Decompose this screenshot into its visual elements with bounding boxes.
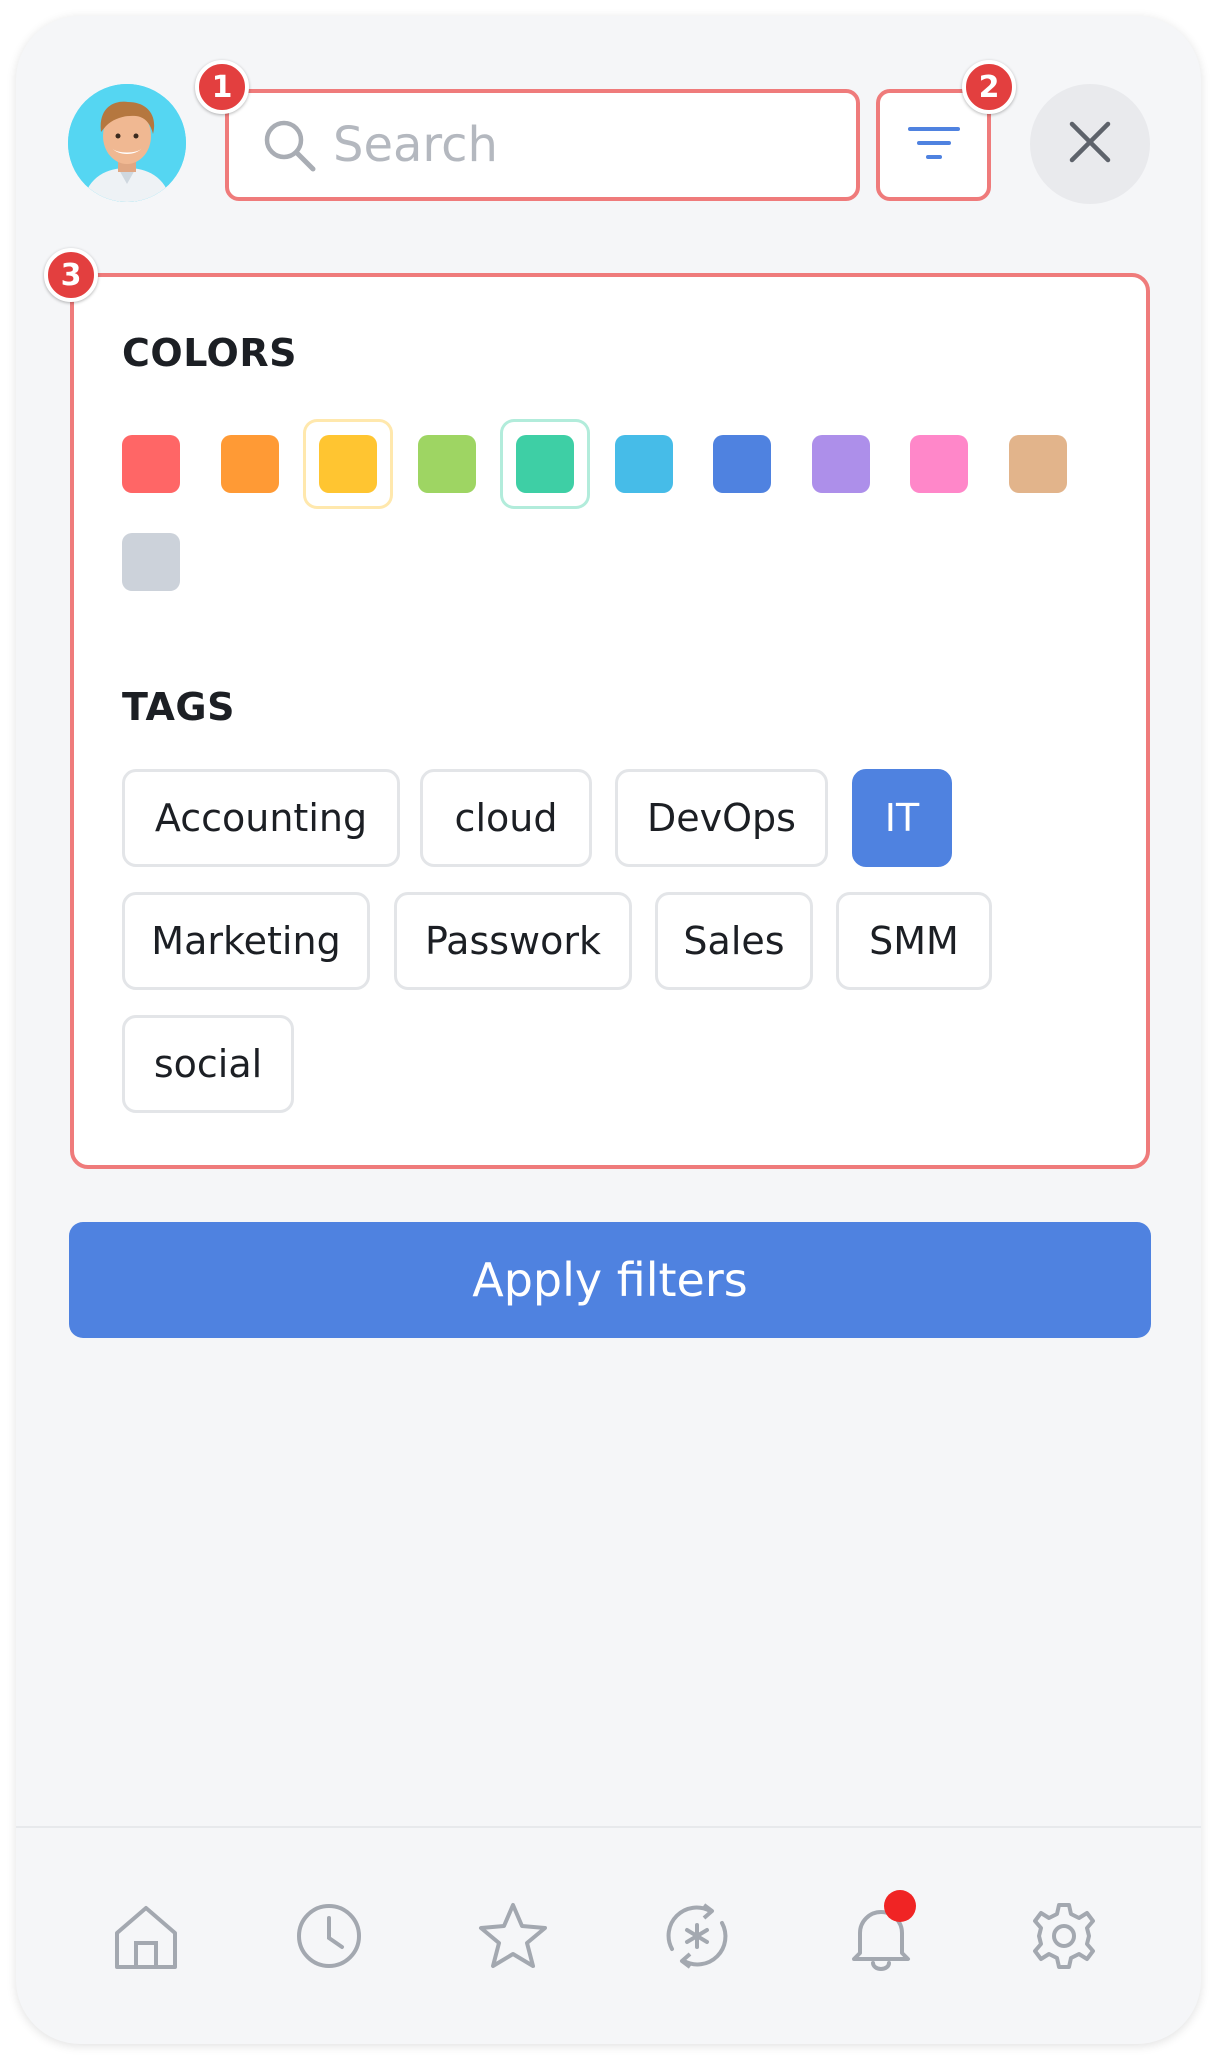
user-avatar[interactable] [68, 84, 186, 202]
bottom-nav [16, 1826, 1201, 2044]
color-swatch[interactable] [1008, 435, 1067, 493]
search-field[interactable] [225, 89, 860, 201]
tag-cloud[interactable]: cloud [420, 769, 592, 867]
color-swatch[interactable] [122, 533, 180, 591]
close-icon [1068, 120, 1112, 168]
filters-section: COLORS TAGS Accounting cloud DevOps IT M… [70, 273, 1150, 1169]
tag-social[interactable]: social [122, 1015, 294, 1113]
callout-badge-2: 2 [962, 60, 1016, 114]
star-icon[interactable] [475, 1898, 551, 1974]
tag-sales[interactable]: Sales [655, 892, 813, 990]
generator-icon[interactable] [659, 1898, 735, 1974]
color-swatch[interactable] [614, 435, 673, 493]
gear-icon[interactable] [1026, 1898, 1102, 1974]
tag-passwork[interactable]: Passwork [394, 892, 632, 990]
tag-smm[interactable]: SMM [836, 892, 992, 990]
callout-badge-3: 3 [44, 248, 98, 302]
color-swatch[interactable] [811, 435, 870, 493]
color-swatch[interactable] [220, 435, 279, 493]
color-swatch[interactable] [516, 435, 574, 493]
tag-it[interactable]: IT [852, 769, 952, 867]
color-swatch[interactable] [417, 435, 476, 493]
tag-devops[interactable]: DevOps [615, 769, 828, 867]
tags-title: TAGS [122, 685, 235, 729]
search-icon [259, 115, 319, 175]
color-swatch[interactable] [319, 435, 377, 493]
tag-accounting[interactable]: Accounting [122, 769, 400, 867]
home-icon[interactable] [108, 1898, 184, 1974]
callout-badge-1: 1 [195, 60, 249, 114]
tag-marketing[interactable]: Marketing [122, 892, 370, 990]
user-avatar-image [68, 84, 186, 202]
close-button[interactable] [1030, 84, 1150, 204]
color-swatch[interactable] [910, 435, 968, 493]
apply-filters-button[interactable]: Apply filters [69, 1222, 1151, 1338]
notification-dot [884, 1890, 916, 1922]
color-swatch[interactable] [713, 435, 771, 493]
clock-icon[interactable] [291, 1898, 367, 1974]
colors-title: COLORS [122, 331, 297, 375]
filter-icon [907, 123, 961, 167]
search-input[interactable] [333, 117, 813, 173]
color-swatch[interactable] [122, 435, 180, 493]
